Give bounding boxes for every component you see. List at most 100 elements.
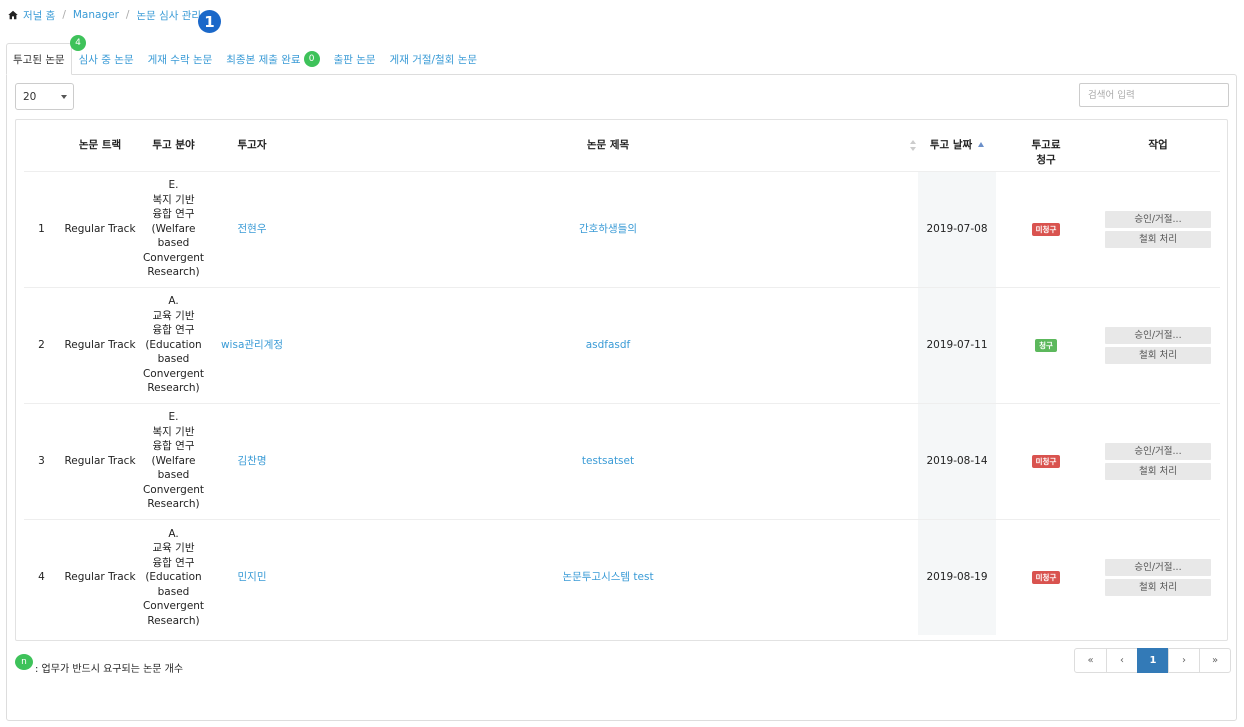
tab-final-submitted[interactable]: 최종본 제출 완료 0	[219, 43, 326, 75]
row-field: A. 교육 기반 융합 연구 (Education based Converge…	[142, 527, 205, 627]
row-fee: 미청구	[996, 519, 1096, 635]
tab-label: 게재 수락 논문	[147, 53, 213, 66]
row-actions: 승인/거절... 철회 처리	[1096, 403, 1220, 520]
tab-count-badge: 4	[70, 35, 86, 51]
header-no	[24, 120, 59, 172]
row-author: wisa관리계정	[206, 287, 298, 404]
header-date-label: 투고 날짜	[929, 138, 973, 151]
tab-accepted[interactable]: 게재 수락 논문	[141, 43, 220, 75]
author-link[interactable]: 민지민	[238, 571, 267, 583]
fee-status-badge: 미청구	[1031, 571, 1061, 584]
step-marker: 1	[198, 10, 221, 33]
row-date: 2019-07-11	[918, 287, 996, 404]
tab-rejected-withdrawn[interactable]: 게재 거절/철회 논문	[383, 43, 485, 75]
paper-title-link[interactable]: asdfasdf	[586, 339, 631, 351]
table-row: 4 Regular Track A. 교육 기반 융합 연구 (Educatio…	[24, 519, 1220, 635]
tab-label: 투고된 논문	[13, 53, 65, 66]
row-title: 논문투고시스템 test	[298, 519, 918, 635]
page-size-value: 20	[23, 90, 37, 103]
breadcrumb: 저널 홈 / Manager / 논문 심사 관리	[8, 8, 201, 22]
tab-label: 출판 논문	[333, 53, 376, 66]
row-date: 2019-08-14	[918, 403, 996, 520]
header-title[interactable]: 논문 제목	[298, 120, 918, 172]
tab-submitted[interactable]: 투고된 논문 4	[6, 35, 86, 75]
approve-reject-button[interactable]: 승인/거절...	[1105, 558, 1211, 576]
header-action: 작업	[1096, 120, 1220, 172]
row-track: Regular Track	[59, 287, 141, 404]
header-fee-label: 투고료 청구	[1031, 138, 1061, 166]
row-track: Regular Track	[64, 571, 136, 583]
row-author: 전현우	[206, 171, 298, 288]
paper-title-link[interactable]: 간호하생들의	[579, 223, 637, 235]
header-title-label: 논문 제목	[586, 138, 630, 151]
row-title: 간호하생들의	[298, 171, 918, 288]
approve-reject-button[interactable]: 승인/거절...	[1105, 210, 1211, 228]
author-link[interactable]: 김찬명	[238, 455, 267, 467]
row-fee: 청구	[996, 287, 1096, 404]
paper-title-link[interactable]: 논문투고시스템 test	[562, 571, 653, 583]
fee-status-badge: 청구	[1035, 338, 1057, 352]
approve-reject-button[interactable]: 승인/거절...	[1105, 326, 1211, 344]
row-actions: 승인/거절... 철회 처리	[1096, 287, 1220, 404]
row-number: 3	[24, 403, 59, 520]
row-fee: 미청구	[996, 171, 1096, 288]
fee-status-badge: 미청구	[1031, 222, 1061, 236]
legend: n : 업무가 반드시 요구되는 논문 개수	[15, 653, 184, 675]
status-tabs: 투고된 논문 4 심사 중 논문 게재 수락 논문 최종본 제출 완료 0 출판…	[6, 35, 485, 75]
row-actions: 승인/거절... 철회 처리	[1096, 171, 1220, 288]
table-row: 1 Regular Track E. 복지 기반 융합 연구 (Welfare …	[24, 171, 1220, 288]
withdraw-button[interactable]: 철회 처리	[1105, 462, 1211, 480]
table-header-row: 논문 트랙 투고 분야 투고자 논문 제목 투고 날짜 투고료 청구 작업	[24, 120, 1220, 172]
breadcrumb-separator: /	[125, 9, 130, 21]
withdraw-button[interactable]: 철회 처리	[1105, 346, 1211, 364]
row-title: testsatset	[298, 403, 918, 520]
pagination-first[interactable]: «	[1074, 648, 1107, 673]
legend-text: : 업무가 반드시 요구되는 논문 개수	[35, 664, 184, 675]
tab-count-badge: 0	[303, 51, 320, 67]
row-author: 김찬명	[206, 403, 298, 520]
pagination-prev[interactable]: ‹	[1106, 648, 1138, 673]
paper-title-link[interactable]: testsatset	[582, 455, 634, 467]
legend-count-badge: n	[15, 653, 33, 670]
approve-reject-button[interactable]: 승인/거절...	[1105, 442, 1211, 460]
row-number: 2	[24, 287, 59, 404]
row-fee: 미청구	[996, 403, 1096, 520]
author-link[interactable]: wisa관리계정	[221, 339, 283, 351]
row-field: A. 교육 기반 융합 연구 (Education based Converge…	[141, 287, 206, 404]
breadcrumb-review-management[interactable]: 논문 심사 관리	[136, 8, 201, 23]
tab-published[interactable]: 출판 논문	[327, 43, 383, 75]
tab-label: 최종본 제출 완료	[226, 53, 301, 66]
breadcrumb-journal-home[interactable]: 저널 홈	[23, 8, 55, 23]
row-date: 2019-07-08	[918, 171, 996, 288]
row-author: 민지민	[206, 519, 298, 635]
withdraw-button[interactable]: 철회 처리	[1105, 578, 1211, 596]
header-date[interactable]: 투고 날짜	[918, 120, 996, 172]
header-field[interactable]: 투고 분야	[141, 120, 206, 172]
header-author[interactable]: 투고자	[206, 120, 298, 172]
pagination-last[interactable]: »	[1199, 648, 1231, 673]
table-row: 3 Regular Track E. 복지 기반 융합 연구 (Welfare …	[24, 403, 1220, 520]
breadcrumb-manager[interactable]: Manager	[73, 9, 119, 21]
papers-table: 논문 트랙 투고 분야 투고자 논문 제목 투고 날짜 투고료 청구 작업 1 …	[24, 120, 1220, 635]
author-link[interactable]: 전현우	[238, 223, 267, 235]
tab-label: 게재 거절/철회 논문	[389, 53, 478, 66]
fee-status-badge: 미청구	[1031, 454, 1061, 468]
search-input[interactable]	[1079, 83, 1229, 107]
pagination: « ‹ 1 › »	[1074, 648, 1231, 673]
tab-label: 심사 중 논문	[78, 53, 134, 66]
header-fee[interactable]: 투고료 청구	[996, 120, 1096, 172]
sort-icon	[910, 140, 916, 151]
row-field: E. 복지 기반 융합 연구 (Welfare based Convergent…	[141, 171, 206, 288]
pagination-next[interactable]: ›	[1168, 648, 1200, 673]
pagination-page-current[interactable]: 1	[1137, 648, 1169, 673]
sort-ascending-icon	[978, 141, 985, 147]
home-icon	[8, 10, 18, 20]
table-row: 2 Regular Track A. 교육 기반 융합 연구 (Educatio…	[24, 287, 1220, 404]
withdraw-button[interactable]: 철회 처리	[1105, 230, 1211, 248]
header-track[interactable]: 논문 트랙	[59, 120, 141, 172]
page-size-select[interactable]: 20	[15, 83, 74, 110]
row-title: asdfasdf	[298, 287, 918, 404]
tab-panel: 20 논문 트랙 투고 분야 투고자 논문 제목	[6, 74, 1237, 721]
row-actions: 승인/거절... 철회 처리	[1096, 519, 1220, 635]
papers-table-container: 논문 트랙 투고 분야 투고자 논문 제목 투고 날짜 투고료 청구 작업 1 …	[15, 119, 1228, 641]
